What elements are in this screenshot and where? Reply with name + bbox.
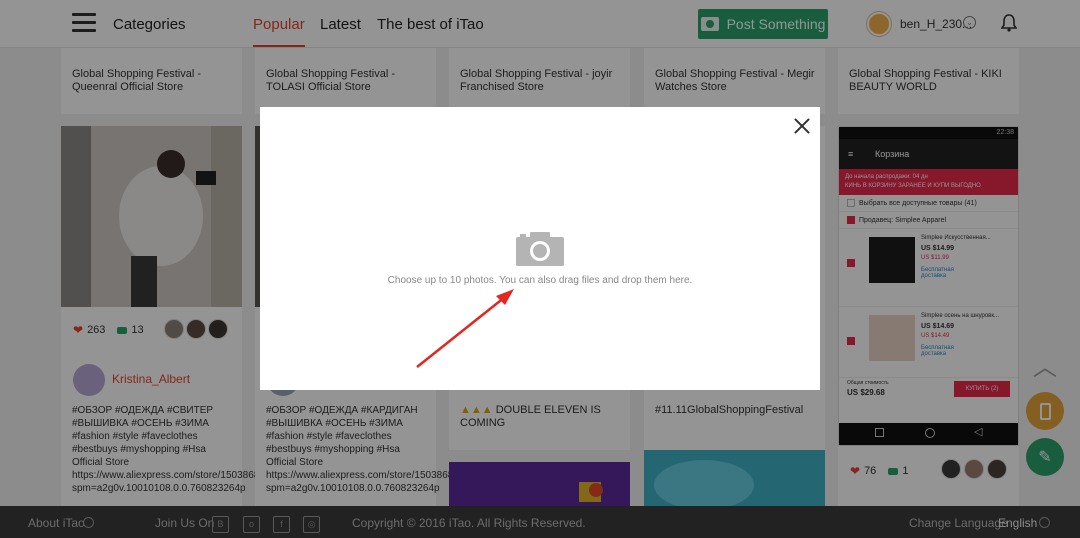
annotation-arrow: [416, 289, 514, 368]
